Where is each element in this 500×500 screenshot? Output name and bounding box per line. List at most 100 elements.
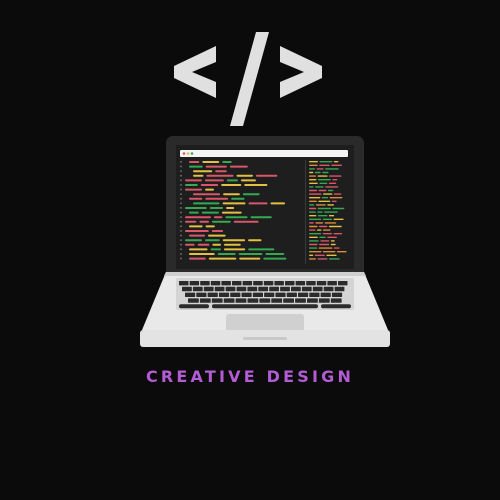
line-number [180,248,182,251]
code-token [185,243,195,246]
key [241,292,252,297]
code-token [185,188,203,191]
code-token [236,174,253,177]
line-number [180,161,182,163]
key [306,281,316,286]
line-number [180,193,182,195]
key [259,298,271,303]
key [275,292,286,297]
deck-shadow [164,272,366,276]
code-token [212,243,221,246]
line-number [180,174,182,177]
side-token [309,193,322,195]
key [236,286,247,292]
side-token [309,207,317,210]
code-token [238,253,263,255]
side-token [324,222,337,224]
code-token [229,165,248,168]
pane-divider [305,160,306,264]
code-token [205,165,227,168]
key [211,298,223,303]
code-token [250,216,272,219]
side-token [331,200,337,202]
key [182,286,192,292]
side-token [322,251,336,253]
side-token [314,171,321,174]
side-token [319,182,328,184]
key [258,286,269,292]
side-token [318,189,327,192]
tagline: CREATIVE DESIGN [145,367,355,386]
code-token [248,202,268,205]
window-dot-red [182,152,186,155]
code-token [223,243,241,246]
side-token [321,197,329,199]
side-token [322,229,331,231]
side-token [309,258,316,260]
line-number [180,179,182,182]
key [298,292,309,297]
key [321,304,351,309]
side-token [309,161,319,163]
key [264,292,275,297]
side-token [309,251,322,253]
line-number [180,211,182,214]
side-token [333,193,342,195]
side-token [329,197,343,199]
code-token [206,174,234,177]
key [207,292,218,297]
code-token [248,248,275,251]
side-token [322,218,333,220]
side-token [327,204,334,206]
side-token [322,171,329,174]
line-number [180,239,182,241]
key [223,298,235,303]
space-key [212,304,318,309]
side-token [324,211,338,213]
side-token [328,225,342,228]
key [192,286,203,292]
code-token [225,216,248,219]
code-token [270,202,286,205]
side-token [309,204,315,206]
code-token [222,239,246,242]
code-token [189,253,215,255]
side-token [330,240,335,242]
code-token [212,220,231,223]
code-brackets-icon [174,32,322,126]
side-token [332,207,345,210]
code-token [189,165,203,168]
key [252,292,263,297]
side-token [309,186,314,188]
code-token [189,257,206,260]
key [242,281,253,286]
side-token [309,197,321,199]
key [221,281,231,286]
line-number [180,165,182,168]
side-token [318,225,328,228]
line-number [180,225,182,228]
key [271,298,283,303]
code-token [222,202,246,205]
side-token [322,233,333,235]
key [286,292,297,297]
side-token [309,189,318,192]
key [320,292,331,297]
line-number [180,234,182,237]
side-token [309,236,318,238]
code-token [205,188,214,191]
code-token [205,239,220,242]
side-token [316,168,324,170]
side-token [333,161,339,163]
side-token [317,175,328,177]
side-token [323,193,333,195]
code-token [202,161,220,163]
line-number [180,202,182,205]
line-number [180,197,182,200]
side-token [319,243,330,246]
side-token [325,168,339,170]
key [185,292,196,297]
side-token [309,171,314,174]
key [309,292,320,297]
key [203,286,214,292]
